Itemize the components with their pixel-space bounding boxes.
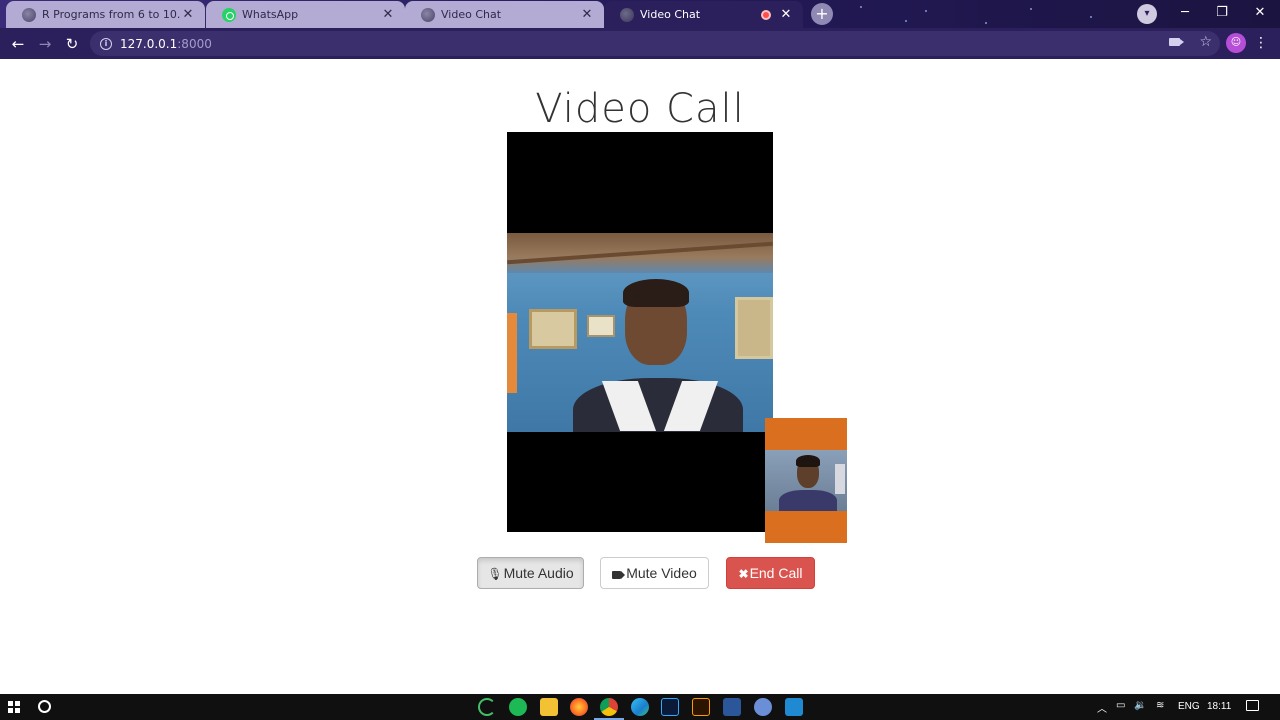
remote-video	[507, 132, 773, 532]
tab-title: Video Chat	[441, 8, 502, 21]
remote-video-frame	[507, 233, 773, 432]
windows-taskbar: ︿ ▭ 🔉 ≋ ENG 18:11	[0, 694, 1280, 720]
tab-title: R Programs from 6 to 10.pdf	[42, 8, 181, 21]
minimize-button[interactable]: ─	[1166, 0, 1204, 28]
show-hidden-icons-icon[interactable]: ︿	[1097, 700, 1107, 715]
battery-icon[interactable]: ▭	[1116, 700, 1125, 711]
tab-r-programs[interactable]: R Programs from 6 to 10.pdf ✕	[6, 1, 205, 28]
mute-video-button[interactable]: Mute Video	[600, 557, 709, 589]
restore-button[interactable]: ❐	[1203, 0, 1241, 28]
photoshop-icon[interactable]	[661, 698, 679, 716]
close-icon: ✖	[738, 567, 749, 581]
firefox-icon[interactable]	[570, 698, 588, 716]
close-window-button[interactable]: ✕	[1241, 0, 1279, 28]
bookmark-star-icon[interactable]: ☆	[1199, 34, 1212, 50]
vscode-icon[interactable]	[785, 698, 803, 716]
volume-icon[interactable]: 🔉	[1134, 700, 1146, 711]
address-bar[interactable]: i 127.0.0.1:8000 ☆	[90, 31, 1220, 56]
url-port: :8000	[177, 36, 212, 51]
reload-icon[interactable]: ↻	[61, 33, 83, 55]
video-camera-icon	[612, 571, 622, 579]
chrome-icon[interactable]	[594, 698, 624, 720]
microphone-slash-icon: 🎙	[487, 567, 503, 581]
recording-indicator-icon	[761, 9, 771, 20]
edge-icon[interactable]	[631, 698, 649, 716]
globe-icon	[620, 7, 634, 22]
tab-whatsapp[interactable]: WhatsApp ✕	[206, 1, 405, 28]
site-info-icon[interactable]: i	[100, 37, 112, 50]
camera-in-use-icon[interactable]	[1169, 38, 1184, 46]
illustrator-icon[interactable]	[692, 698, 710, 716]
url-host: 127.0.0.1	[120, 36, 178, 51]
tab-title: Video Chat	[640, 8, 701, 21]
tab-search-button[interactable]: ▾	[1137, 4, 1157, 24]
new-tab-button[interactable]: +	[811, 3, 833, 25]
tab-video-chat-active[interactable]: Video Chat ✕	[604, 1, 803, 28]
end-call-label: End Call	[749, 565, 803, 581]
mute-video-label: Mute Video	[626, 565, 697, 581]
spotify-icon[interactable]	[509, 698, 527, 716]
web-page: Video Call 🎙Mute Audio Mute Video ✖End C…	[0, 59, 1280, 694]
back-arrow-icon[interactable]: ←	[7, 33, 29, 55]
whatsapp-icon	[222, 7, 236, 22]
close-tab-icon[interactable]: ✕	[181, 7, 195, 22]
app-icon[interactable]	[754, 698, 772, 716]
call-controls: 🎙Mute Audio Mute Video ✖End Call	[0, 556, 1280, 590]
mute-audio-label: Mute Audio	[503, 565, 574, 581]
more-menu-icon[interactable]: ⋮	[1254, 33, 1268, 53]
close-tab-icon[interactable]: ✕	[779, 7, 793, 22]
end-call-button[interactable]: ✖End Call	[726, 557, 815, 589]
language-indicator[interactable]: ENG	[1178, 701, 1200, 712]
loader-icon[interactable]	[478, 698, 496, 716]
page-title: Video Call	[535, 86, 745, 132]
browser-tab-strip: R Programs from 6 to 10.pdf ✕ WhatsApp ✕…	[0, 0, 1280, 28]
browser-toolbar: ← → ↻ i 127.0.0.1:8000 ☆ ☺ ⋮	[0, 28, 1280, 59]
windows-start-icon[interactable]	[8, 701, 20, 713]
forward-arrow-icon[interactable]: →	[34, 33, 56, 55]
local-video-frame	[765, 450, 847, 511]
notifications-icon[interactable]	[1246, 700, 1259, 711]
word-icon[interactable]	[723, 698, 741, 716]
local-video	[765, 418, 847, 543]
clock[interactable]: 18:11	[1207, 701, 1231, 712]
wifi-icon[interactable]: ≋	[1156, 700, 1164, 711]
globe-icon	[22, 7, 36, 22]
tab-title: WhatsApp	[242, 8, 299, 21]
close-tab-icon[interactable]: ✕	[580, 7, 594, 22]
globe-icon	[421, 7, 435, 22]
cortana-search-icon[interactable]	[38, 700, 51, 713]
profile-avatar[interactable]: ☺	[1226, 33, 1246, 53]
tab-video-chat[interactable]: Video Chat ✕	[405, 1, 604, 28]
close-tab-icon[interactable]: ✕	[381, 7, 395, 22]
file-explorer-icon[interactable]	[540, 698, 558, 716]
mute-audio-button[interactable]: 🎙Mute Audio	[477, 557, 584, 589]
